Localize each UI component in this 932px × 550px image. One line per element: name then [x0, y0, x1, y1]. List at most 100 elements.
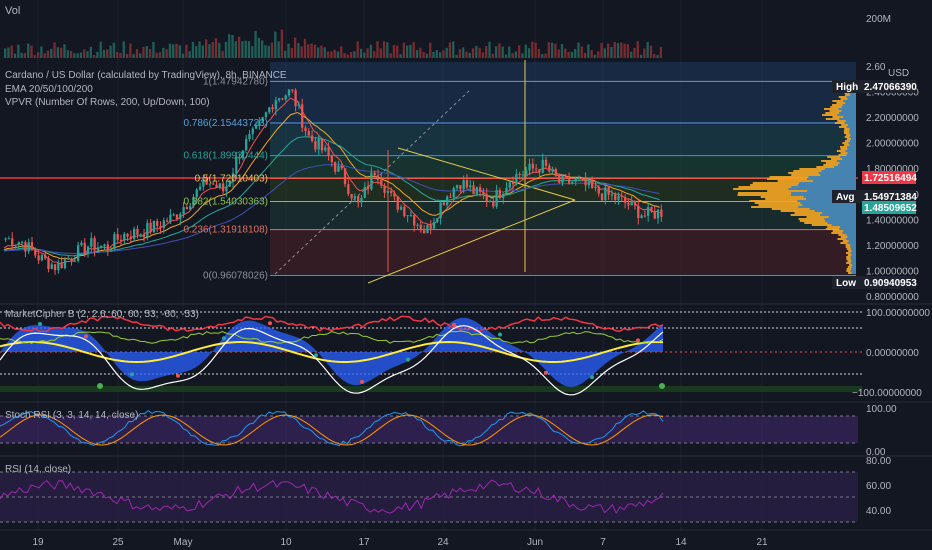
mcb-signal-dot	[498, 332, 502, 337]
volume-bar	[547, 42, 550, 58]
volume-bar	[139, 53, 142, 58]
candle-body	[449, 196, 452, 198]
candle-body	[465, 180, 469, 188]
volume-bar	[587, 44, 590, 58]
candle-body	[653, 211, 656, 219]
volume-bar	[557, 49, 560, 58]
candle-body	[4, 238, 7, 240]
candle-body	[90, 238, 93, 247]
candle-body	[366, 187, 370, 190]
volume-bar	[524, 44, 527, 58]
volume-bar	[389, 53, 392, 58]
volume-bar	[491, 53, 494, 58]
volume-bar	[251, 46, 254, 58]
profile-bar-up	[839, 228, 856, 230]
volume-bar	[214, 38, 218, 58]
volume-bar	[626, 44, 630, 58]
volume-bar	[244, 40, 247, 58]
volume-bar	[293, 37, 297, 58]
time-axis-tick: 21	[756, 537, 768, 548]
volume-bar	[590, 50, 593, 58]
mcb-signal-dot	[360, 379, 364, 384]
volume-bar	[412, 42, 415, 58]
volume-bar	[145, 46, 148, 58]
candle-body	[446, 196, 449, 206]
profile-bar-up	[845, 120, 856, 122]
volume-bar	[333, 49, 336, 58]
trading-chart[interactable]: Vol 200M 1(1.47942780)0.786(2.15443723)0…	[0, 0, 932, 550]
candle-body	[373, 172, 376, 176]
price-axis-tick: 2.60	[866, 62, 886, 73]
volume-bar	[373, 51, 376, 58]
candle-body	[614, 194, 617, 200]
volume-bar	[119, 52, 122, 58]
candle-body	[271, 107, 274, 110]
volume-bar	[458, 49, 462, 58]
volume-bar	[56, 47, 60, 58]
profile-bar-up	[850, 244, 856, 246]
profile-bar-up	[820, 214, 856, 216]
volume-bar	[369, 44, 373, 58]
profile-bar-up	[851, 272, 856, 274]
volume-bar	[320, 45, 323, 58]
volume-bar	[129, 43, 132, 58]
candle-body	[363, 187, 366, 198]
candle-body	[544, 159, 548, 166]
candle-body	[126, 233, 129, 237]
volume-bar	[33, 54, 36, 58]
volume-bar	[597, 51, 600, 58]
volume-bar	[382, 41, 386, 58]
volume-bar	[46, 50, 50, 58]
candle-body	[314, 140, 317, 150]
profile-bar-up	[843, 230, 856, 232]
candle-body	[264, 112, 268, 117]
time-axis-tick: 24	[437, 537, 449, 548]
candle-body	[508, 181, 511, 188]
volume-bar	[570, 51, 574, 58]
volume-bar	[152, 42, 155, 58]
volume-bar	[435, 50, 438, 58]
volume-bar	[228, 34, 231, 58]
profile-bar-up	[850, 248, 856, 250]
volume-bar	[195, 46, 198, 58]
volume-bar	[326, 51, 330, 58]
candle-body	[584, 177, 587, 186]
candle-body	[511, 181, 515, 185]
volume-bar	[185, 44, 188, 58]
candle-body	[495, 189, 498, 207]
candle-body	[76, 245, 80, 261]
candle-body	[297, 104, 301, 107]
volume-bar	[498, 43, 501, 58]
volume-bar	[13, 53, 17, 58]
candle-body	[60, 262, 63, 269]
candle-body	[350, 194, 353, 199]
mcb-signal-dot	[222, 336, 226, 341]
high-pill: High 2.47066390	[832, 80, 917, 93]
volume-bar	[191, 41, 195, 58]
volume-bar	[257, 37, 261, 58]
volume-bar	[92, 54, 96, 58]
candle-body	[561, 176, 564, 183]
time-axis-tick: 19	[32, 537, 44, 548]
candle-body	[478, 187, 482, 192]
fib-label: 0.382(1.54030363)	[183, 196, 268, 207]
volume-bar	[102, 50, 106, 58]
candle-body	[281, 98, 284, 100]
candle-body	[399, 206, 403, 210]
mcb-tick-neg100: −100.00000000	[852, 388, 922, 399]
profile-bar-up	[852, 264, 856, 266]
candle-body	[406, 215, 409, 217]
volume-bar	[43, 53, 46, 58]
candle-body	[386, 191, 390, 193]
volume-bar	[465, 51, 468, 58]
volume-bar	[10, 45, 13, 58]
volume-bar	[379, 48, 382, 58]
mcb-signal-dot	[84, 334, 88, 339]
volume-bar	[574, 49, 577, 58]
volume-bar	[534, 42, 537, 58]
candle-body	[53, 264, 57, 271]
volume-bar	[261, 40, 264, 58]
volume-bar	[521, 53, 524, 58]
profile-bar-up	[850, 270, 856, 272]
candle-body	[20, 242, 24, 244]
